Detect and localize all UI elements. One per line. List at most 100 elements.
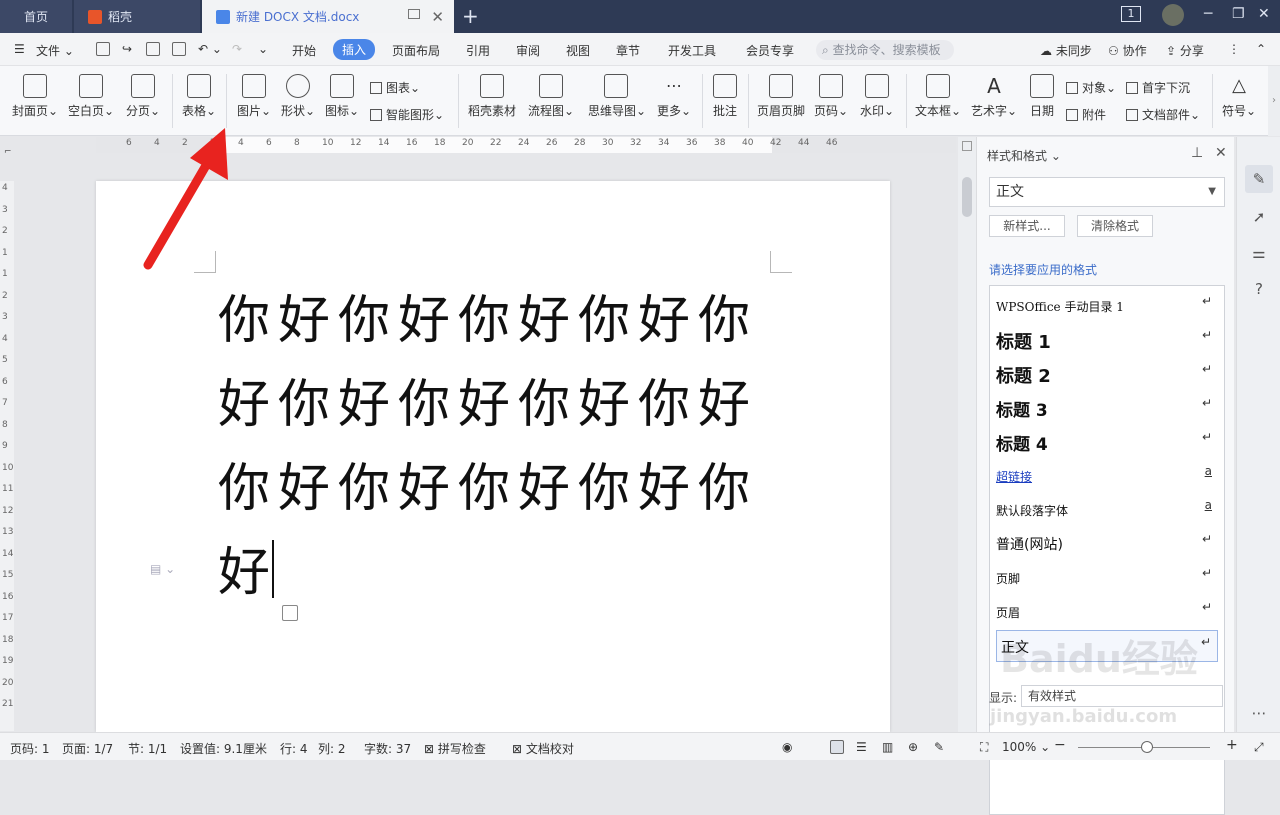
page-view-icon[interactable] <box>830 740 844 754</box>
web-view-icon[interactable]: ⊕ <box>908 740 918 754</box>
menu-developer[interactable]: 开发工具 <box>668 42 716 59</box>
dropcap-button[interactable]: 首字下沉 <box>1126 79 1190 96</box>
scrollbar-thumb[interactable] <box>962 177 972 217</box>
date-button[interactable]: 日期 <box>1028 74 1056 119</box>
share-button[interactable]: ⇪ 分享 <box>1166 42 1204 59</box>
quick-access-dropdown-icon[interactable]: ⌄ <box>258 42 268 56</box>
undo-icon[interactable]: ↶ ⌄ <box>198 42 222 56</box>
pin-icon[interactable] <box>408 9 420 19</box>
sync-button[interactable]: ☁ 未同步 <box>1040 42 1092 59</box>
menu-file[interactable]: 文件 ⌄ <box>36 42 74 59</box>
tab-daoke[interactable]: 稻壳 <box>74 0 200 33</box>
paragraph-icon[interactable]: ▤ ⌄ <box>150 562 175 576</box>
status-page[interactable]: 页码: 1 <box>10 740 50 757</box>
status-words[interactable]: 字数: 37 <box>364 740 411 757</box>
eye-protection-icon[interactable]: ◉ <box>782 740 792 754</box>
symbol-button[interactable]: △ 符号⌄ <box>1220 74 1258 119</box>
tab-stop-icon[interactable]: ⌐ <box>4 147 12 157</box>
new-tab-icon[interactable]: + <box>462 4 479 28</box>
menu-review[interactable]: 审阅 <box>516 42 540 59</box>
ribbon-scroll-right-icon[interactable]: › <box>1268 66 1280 136</box>
menu-page-layout[interactable]: 页面布局 <box>392 42 440 59</box>
style-item[interactable]: 超链接 a <box>996 460 1218 492</box>
help-icon[interactable]: ? <box>1245 275 1273 303</box>
wordart-button[interactable]: A 艺术字⌄ <box>970 74 1018 119</box>
pane-toggle-icon[interactable] <box>962 141 972 151</box>
spell-check-button[interactable]: ⊠ 拼写检查 <box>424 740 486 757</box>
close-window-icon[interactable]: ✕ <box>1258 6 1270 22</box>
redo-icon[interactable]: ↷ <box>232 42 242 56</box>
comment-button[interactable]: 批注 <box>710 74 740 119</box>
style-item[interactable]: 默认段落字体 a <box>996 494 1218 526</box>
menu-start[interactable]: 开始 <box>292 42 316 59</box>
page-number-button[interactable]: 页码⌄ <box>814 74 848 119</box>
style-item[interactable]: 标题 2 ↵ <box>996 358 1218 390</box>
style-item[interactable]: 标题 4 ↵ <box>996 426 1218 458</box>
select-cursor-icon[interactable]: ➚ <box>1245 203 1273 231</box>
export-icon[interactable]: ↪ <box>122 42 132 56</box>
style-item[interactable]: 普通(网站) ↵ <box>996 528 1218 560</box>
chart-button[interactable]: 图表⌄ <box>370 79 420 96</box>
icon-button[interactable]: 图标⌄ <box>324 74 360 119</box>
collapse-ribbon-icon[interactable]: ⌃ <box>1256 42 1266 56</box>
cover-page-button[interactable]: 封面页⌄ <box>12 74 58 119</box>
style-item[interactable]: 页眉 ↵ <box>996 596 1218 628</box>
docpart-button[interactable]: 文档部件⌄ <box>1126 106 1200 123</box>
tab-home[interactable]: 首页 <box>0 0 72 33</box>
flowchart-button[interactable]: 流程图⌄ <box>528 74 574 119</box>
save-icon[interactable] <box>96 42 110 56</box>
mindmap-button[interactable]: 思维导图⌄ <box>588 74 646 119</box>
style-item[interactable]: 标题 3 ↵ <box>996 392 1218 424</box>
watermark-button[interactable]: 水印⌄ <box>858 74 896 119</box>
shape-button[interactable]: 形状⌄ <box>280 74 316 119</box>
fit-page-icon[interactable]: ⛶ <box>980 740 988 755</box>
fullscreen-icon[interactable]: ⤢ <box>1254 740 1264 755</box>
styles-pen-icon[interactable]: ✎ <box>1245 165 1273 193</box>
styles-pane-title[interactable]: 样式和格式 ⌄ <box>987 147 1061 164</box>
close-pane-icon[interactable]: ✕ <box>1215 145 1227 161</box>
page-break-button[interactable]: 分页⌄ <box>124 74 162 119</box>
print-preview-icon[interactable] <box>172 42 186 56</box>
zoom-out-icon[interactable]: − <box>1054 737 1066 753</box>
show-filter-select[interactable]: 有效样式 <box>1021 685 1223 707</box>
zoom-in-icon[interactable]: + <box>1226 737 1238 753</box>
command-search[interactable]: ⌕ 查找命令、搜索模板 <box>816 40 954 60</box>
write-view-icon[interactable]: ✎ <box>934 740 944 754</box>
paste-options-icon[interactable] <box>282 605 298 621</box>
window-count-badge[interactable]: 1 <box>1121 6 1141 22</box>
style-item[interactable]: 标题 1 ↵ <box>996 324 1218 356</box>
zoom-level[interactable]: 100% ⌄ <box>1002 740 1050 754</box>
menu-member[interactable]: 会员专享 <box>746 42 794 59</box>
doc-proof-button[interactable]: ⊠ 文档校对 <box>512 740 574 757</box>
new-style-button[interactable]: 新样式... <box>989 215 1065 237</box>
restore-icon[interactable]: ❐ <box>1232 6 1245 22</box>
more-tools-icon[interactable]: ⋯ <box>1245 699 1273 727</box>
style-item[interactable]: 页脚 ↵ <box>996 562 1218 594</box>
more-button[interactable]: ⋯ 更多⌄ <box>656 74 692 119</box>
menu-insert[interactable]: 插入 <box>333 39 376 60</box>
pin-pane-icon[interactable]: ⊥ <box>1191 145 1203 161</box>
collaborate-button[interactable]: ⚇ 协作 <box>1108 42 1147 59</box>
smartart-button[interactable]: 智能图形⌄ <box>370 106 444 123</box>
daoke-material-button[interactable]: 稻壳素材 <box>466 74 518 119</box>
table-button[interactable]: 表格⌄ <box>180 74 218 119</box>
reading-view-icon[interactable]: ▥ <box>882 740 893 754</box>
zoom-slider-knob[interactable] <box>1141 741 1153 753</box>
picture-button[interactable]: 图片⌄ <box>236 74 272 119</box>
style-item[interactable]: WPSOffice 手动目录 1 ↵ <box>996 290 1218 322</box>
vertical-scrollbar[interactable] <box>958 137 976 732</box>
attachment-button[interactable]: 附件 <box>1066 106 1106 123</box>
object-button[interactable]: 对象⌄ <box>1066 79 1116 96</box>
more-options-icon[interactable]: ⋮ <box>1228 42 1240 56</box>
outline-view-icon[interactable]: ☰ <box>856 740 867 754</box>
minimize-icon[interactable]: ─ <box>1204 6 1212 22</box>
header-footer-button[interactable]: 页眉页脚 <box>756 74 806 119</box>
clear-format-button[interactable]: 清除格式 <box>1077 215 1153 237</box>
settings-sliders-icon[interactable]: ⚌ <box>1245 239 1273 267</box>
document-body[interactable]: 你好你好你好你好你好你好你好你好你好你好你好你好你好你好 <box>218 279 778 615</box>
current-style-select[interactable]: 正文 ▼ <box>989 177 1225 207</box>
tab-document[interactable]: 新建 DOCX 文档.docx ✕ <box>202 0 454 33</box>
blank-page-button[interactable]: 空白页⌄ <box>68 74 114 119</box>
textbox-button[interactable]: 文本框⌄ <box>914 74 962 119</box>
menu-reference[interactable]: 引用 <box>466 42 490 59</box>
